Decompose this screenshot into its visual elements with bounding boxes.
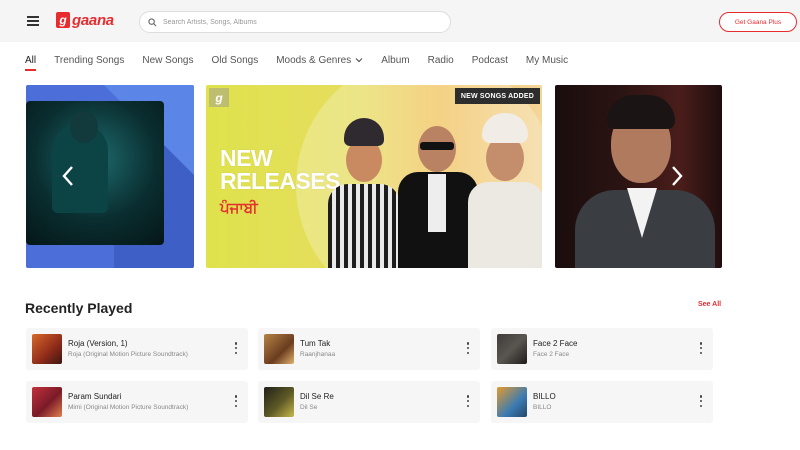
song-album: Mimi (Original Motion Picture Soundtrack… [68, 404, 189, 411]
song-card[interactable]: Dil Se Re Dil Se [258, 381, 480, 423]
artist-image [468, 113, 542, 268]
tab-moods-genres[interactable]: Moods & Genres [276, 55, 363, 66]
banner-headline-line1: NEW [220, 145, 273, 171]
more-options-icon[interactable] [466, 395, 470, 407]
song-title: Tum Tak [300, 339, 331, 348]
song-album: Roja (Original Motion Picture Soundtrack… [68, 351, 188, 358]
tab-album[interactable]: Album [381, 55, 409, 66]
see-all-link[interactable]: See All [698, 301, 721, 308]
song-thumbnail [264, 387, 294, 417]
tab-my-music[interactable]: My Music [526, 55, 568, 66]
chevron-right-icon [672, 166, 683, 186]
artist-image [324, 118, 404, 268]
song-card[interactable]: BILLO BILLO [491, 381, 713, 423]
tab-radio[interactable]: Radio [428, 55, 454, 66]
song-title: Roja (Version, 1) [68, 339, 128, 348]
song-thumbnail [32, 334, 62, 364]
more-options-icon[interactable] [466, 342, 470, 354]
song-thumbnail [32, 387, 62, 417]
song-card[interactable]: Roja (Version, 1) Roja (Original Motion … [26, 328, 248, 370]
recently-played-title: Recently Played [25, 300, 133, 316]
logo-wordmark: gaana [72, 11, 114, 29]
tab-trending-songs[interactable]: Trending Songs [54, 55, 124, 66]
more-options-icon[interactable] [699, 342, 703, 354]
song-title: BILLO [533, 392, 556, 401]
new-releases-banner[interactable]: g NEW SONGS ADDED NEW RELEASES ਪੰਜਾਬੀ [206, 85, 542, 268]
category-nav: All Trending Songs New Songs Old Songs M… [25, 53, 586, 71]
new-songs-tag: NEW SONGS ADDED [454, 88, 540, 104]
tab-podcast[interactable]: Podcast [472, 55, 508, 66]
logo-badge: g [56, 12, 70, 28]
song-thumbnail [497, 334, 527, 364]
carousel-next-button[interactable] [670, 165, 684, 187]
song-title: Dil Se Re [300, 392, 334, 401]
chevron-down-icon [355, 58, 363, 63]
top-header: g gaana Get Gaana Plus [0, 0, 800, 42]
carousel-slide[interactable] [555, 85, 722, 268]
more-options-icon[interactable] [234, 395, 238, 407]
chevron-left-icon [62, 166, 73, 186]
carousel-slide[interactable] [26, 85, 194, 268]
gaana-logo[interactable]: g gaana [56, 11, 114, 29]
get-gaana-plus-button[interactable]: Get Gaana Plus [719, 12, 797, 32]
song-thumbnail [497, 387, 527, 417]
carousel-prev-button[interactable] [61, 165, 75, 187]
song-card[interactable]: Tum Tak Raanjhanaa [258, 328, 480, 370]
song-card[interactable]: Face 2 Face Face 2 Face [491, 328, 713, 370]
song-album: Raanjhanaa [300, 351, 336, 358]
tab-old-songs[interactable]: Old Songs [212, 55, 259, 66]
tab-moods-genres-label: Moods & Genres [276, 54, 352, 66]
search-icon [148, 17, 157, 26]
more-options-icon[interactable] [234, 342, 238, 354]
banner-headline-line2: RELEASES [220, 168, 340, 194]
tab-all[interactable]: All [25, 55, 37, 71]
more-options-icon[interactable] [699, 395, 703, 407]
gaana-badge: g [209, 88, 229, 107]
tab-new-songs[interactable]: New Songs [142, 55, 193, 66]
song-album: BILLO [533, 404, 552, 411]
song-album: Face 2 Face [533, 351, 570, 358]
song-title: Param Sundari [68, 392, 122, 401]
search-input[interactable] [163, 18, 443, 26]
search-bar[interactable] [139, 11, 451, 33]
banner-language: ਪੰਜਾਬੀ [220, 199, 258, 217]
album-cover-image [26, 101, 164, 245]
menu-icon[interactable] [27, 16, 39, 26]
song-card[interactable]: Param Sundari Mimi (Original Motion Pict… [26, 381, 248, 423]
banner-headline: NEW RELEASES [220, 147, 340, 193]
song-thumbnail [264, 334, 294, 364]
song-album: Dil Se [300, 404, 318, 411]
hero-carousel: g NEW SONGS ADDED NEW RELEASES ਪੰਜਾਬੀ [26, 85, 722, 268]
song-title: Face 2 Face [533, 339, 578, 348]
